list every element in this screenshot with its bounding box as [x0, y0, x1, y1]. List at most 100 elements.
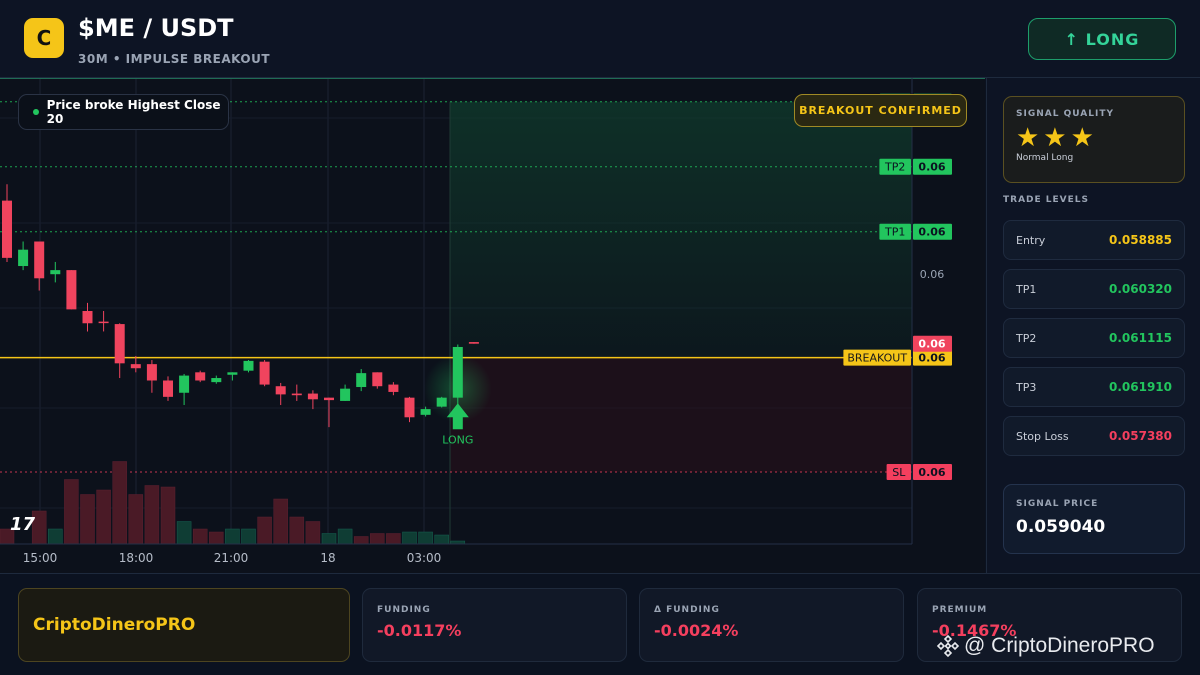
level-tag-label: TP2: [884, 161, 905, 174]
brand-card: CriptoDineroPRO: [18, 588, 350, 662]
volume-bar: [402, 531, 417, 545]
trade-level-value: 0.061115: [1108, 331, 1172, 345]
trade-level-value: 0.060320: [1108, 282, 1172, 296]
volume-bar: [434, 534, 449, 545]
volume-bar: [144, 485, 160, 545]
trade-levels-label: TRADE LEVELS: [1003, 195, 1089, 205]
volume-bar: [112, 461, 127, 545]
level-tag-label: TP1: [884, 226, 905, 239]
signal-price-value: 0.059040: [1016, 517, 1106, 537]
trade-level-row: Entry 0.058885: [1003, 220, 1185, 260]
sidebar: SIGNAL QUALITY ★★★ Normal Long TRADE LEV…: [986, 78, 1200, 573]
trade-level-value: 0.058885: [1108, 233, 1172, 247]
candle-body: [452, 346, 463, 398]
x-tick-label: 15:00: [23, 551, 58, 565]
tradingview-logo[interactable]: 17: [10, 514, 35, 535]
candle-body: [243, 360, 254, 371]
long-button[interactable]: ↑ LONG: [1028, 18, 1176, 60]
volume-bar: [241, 528, 256, 545]
stat-delta-funding: Δ FUNDING -0.0024%: [639, 588, 904, 662]
stat-label: Δ FUNDING: [654, 605, 720, 615]
x-tick-label: 03:00: [407, 551, 442, 565]
candle-body: [307, 393, 318, 400]
candle-body: [275, 386, 286, 395]
level-tag-label: BREAKOUT: [847, 352, 907, 365]
stat-value: -0.0024%: [654, 621, 739, 640]
volume-bar: [353, 536, 369, 545]
volume-bar: [370, 533, 385, 545]
candle-body: [34, 241, 45, 279]
last-price-tag: 0.06: [918, 338, 945, 351]
candle-body: [82, 311, 93, 324]
candle-body: [130, 364, 141, 369]
candle-body: [114, 324, 125, 364]
candle-body: [291, 393, 302, 396]
volume-bar: [321, 533, 337, 545]
x-tick-label: 18: [320, 551, 335, 565]
footer: CriptoDineroPRO FUNDING -0.0117% Δ FUNDI…: [0, 573, 1200, 675]
candle-body: [420, 409, 431, 415]
candle-body: [227, 372, 238, 375]
candle-body: [372, 372, 383, 387]
trade-level-value: 0.061910: [1108, 380, 1172, 394]
stat-value: -0.0117%: [377, 621, 462, 640]
trade-level-name: TP1: [1016, 282, 1037, 296]
stat-label: PREMIUM: [932, 605, 988, 615]
coin-logo-icon: C: [24, 18, 64, 58]
level-price-tag: 0.06: [918, 352, 945, 365]
profit-zone: [450, 101, 912, 358]
risk-zone: [450, 357, 912, 473]
signal-price-card: SIGNAL PRICE 0.059040: [1003, 484, 1185, 554]
trade-level-name: Stop Loss: [1016, 429, 1069, 443]
header: C $ME / USDT 30M • IMPULSE BREAKOUT ↑ LO…: [0, 0, 1200, 78]
volume-bar: [289, 516, 305, 545]
pair-title: $ME / USDT: [78, 14, 234, 42]
volume-bar: [128, 494, 144, 545]
volume-bar: [225, 528, 240, 545]
candle-body: [163, 380, 173, 397]
volume-bar: [96, 489, 111, 545]
quality-note: Normal Long: [1016, 153, 1074, 163]
volume-bar: [64, 479, 79, 545]
candle-body: [2, 200, 12, 258]
signal-quality-label: SIGNAL QUALITY: [1016, 109, 1114, 119]
candle-body: [468, 342, 479, 344]
volume-bar: [80, 494, 95, 545]
info-pill-text: Price broke Highest Close 20: [46, 98, 221, 126]
trade-level-name: TP3: [1016, 380, 1037, 394]
trade-level-row: Stop Loss 0.057380: [1003, 416, 1185, 456]
volume-bar: [192, 528, 208, 545]
signal-quality-card: SIGNAL QUALITY ★★★ Normal Long: [1003, 96, 1185, 183]
trade-level-row: TP2 0.061115: [1003, 318, 1185, 358]
long-marker-label: LONG: [442, 433, 473, 446]
volume-bar: [337, 528, 353, 545]
candle-body: [66, 270, 77, 310]
stat-label: FUNDING: [377, 605, 431, 615]
x-tick-label: 18:00: [119, 551, 154, 565]
binance-logo-icon: [936, 634, 960, 658]
price-chart[interactable]: TP30.06TP20.06TP10.06BREAKOUT0.06SL0.060…: [0, 78, 985, 573]
trade-level-row: TP1 0.060320: [1003, 269, 1185, 309]
watermark: @ CriptoDineroPRO: [936, 634, 1155, 658]
volume-bar: [386, 533, 401, 545]
watermark-text: @ CriptoDineroPRO: [964, 634, 1155, 657]
candle-body: [211, 378, 222, 383]
x-tick-label: 21:00: [214, 551, 249, 565]
breakout-badge: BREAKOUT CONFIRMED: [794, 94, 967, 127]
signal-price-label: SIGNAL PRICE: [1016, 499, 1099, 509]
candle-body: [436, 397, 447, 407]
candle-body: [324, 397, 334, 401]
candle-body: [195, 372, 206, 381]
volume-bar: [305, 521, 321, 545]
candle-body: [356, 373, 367, 388]
info-pill: Price broke Highest Close 20: [18, 94, 229, 130]
chart-area[interactable]: TP30.06TP20.06TP10.06BREAKOUT0.06SL0.060…: [0, 78, 985, 573]
tradingview-logo-text: 17: [10, 514, 36, 535]
volume-bar: [418, 531, 433, 545]
trade-level-value: 0.057380: [1108, 429, 1172, 443]
candle-body: [259, 361, 270, 385]
trade-level-name: TP2: [1016, 331, 1037, 345]
candle-body: [388, 384, 399, 392]
status-dot-icon: [33, 109, 39, 115]
level-price-tag: 0.06: [918, 226, 945, 239]
